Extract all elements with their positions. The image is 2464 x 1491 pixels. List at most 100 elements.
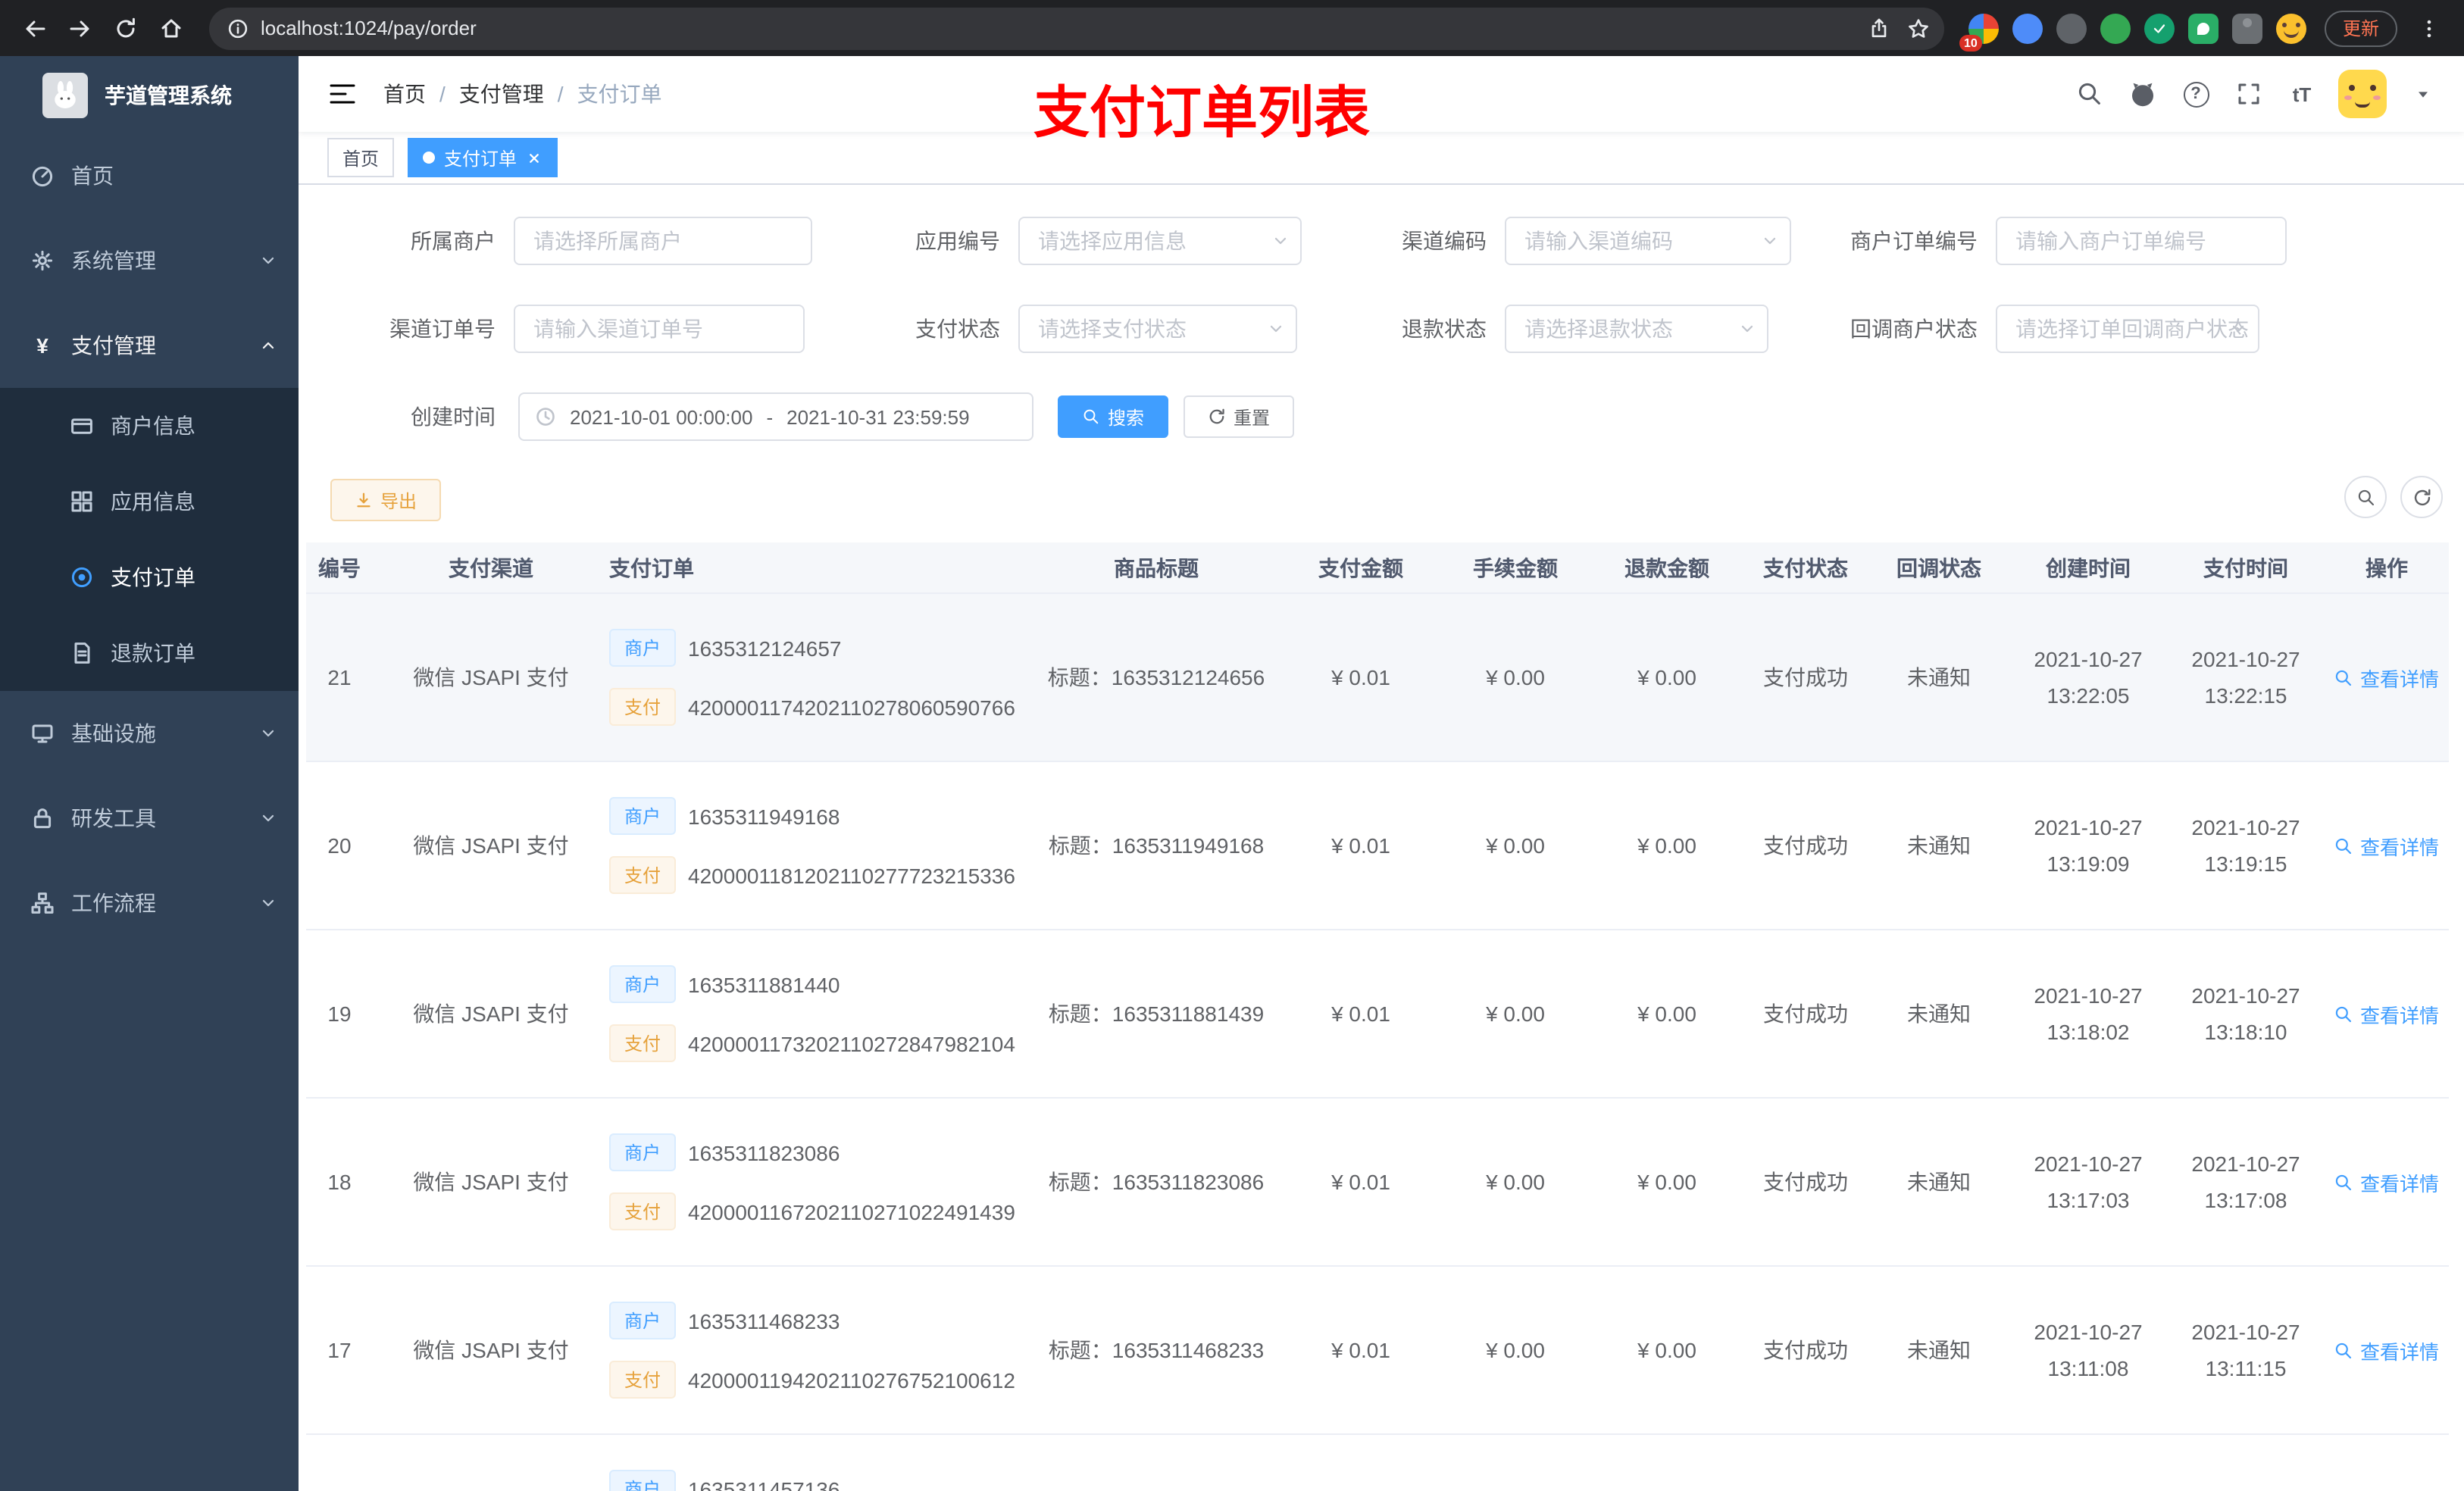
cell-status: 支付成功 <box>1763 833 1848 858</box>
browser-back-button[interactable] <box>12 5 58 51</box>
merchant-order-no: 1635311468233 <box>688 1308 840 1333</box>
view-detail-link[interactable]: 查看详情 <box>2334 831 2439 860</box>
channel-order-no-input[interactable]: 请输入渠道订单号 <box>514 305 805 353</box>
cell-pay-order: 商户 1635311881440 支付 4200001173202110272847… <box>609 930 1030 1097</box>
github-icon <box>2132 83 2153 107</box>
app-select[interactable]: 请选择应用信息 <box>1018 217 1302 265</box>
browser-menu-button[interactable] <box>2406 5 2452 51</box>
yen-icon: ¥ <box>36 333 48 358</box>
browser-reload-button[interactable] <box>103 5 149 51</box>
view-detail-link[interactable]: 查看详情 <box>2334 1336 2439 1364</box>
sidebar-item-merchant-info[interactable]: 商户信息 <box>0 388 299 464</box>
notify-status-select[interactable]: 请选择订单回调商户状态 <box>1996 305 2259 353</box>
breadcrumb-pay-mgmt[interactable]: 支付管理 <box>459 79 544 109</box>
export-button[interactable]: 导出 <box>330 479 441 521</box>
merchant-input[interactable]: 请选择所属商户 <box>514 217 812 265</box>
font-size-icon: tT <box>2292 83 2312 105</box>
github-button[interactable] <box>2126 77 2159 111</box>
merchant-order-no: 1635311881440 <box>688 972 840 996</box>
hamburger-button[interactable] <box>326 77 359 111</box>
fullscreen-button[interactable] <box>2232 77 2265 111</box>
share-button[interactable] <box>1859 8 1899 48</box>
ext-check-icon[interactable] <box>2143 13 2175 43</box>
sidebar-item-app-info[interactable]: 应用信息 <box>0 464 299 539</box>
view-detail-link[interactable]: 查看详情 <box>2334 1167 2439 1196</box>
tags-view: 首页 支付订单 <box>299 132 2464 185</box>
placeholder-text: 请选择所属商户 <box>533 229 682 253</box>
tab-home[interactable]: 首页 <box>327 138 395 177</box>
cell-id: 19 <box>327 1002 352 1026</box>
refresh-table-button[interactable] <box>2400 476 2443 518</box>
cell-notify: 未通知 <box>1907 1002 1971 1026</box>
filter-label-channel-order-no: 渠道订单号 <box>389 317 496 341</box>
col-title: 商品标题 <box>1114 555 1199 580</box>
cell-refund <box>1591 1435 1743 1491</box>
sidebar-item-pay-order[interactable]: 支付订单 <box>0 539 299 615</box>
cell-amount: ¥ 0.01 <box>1331 665 1390 689</box>
ext-dark-icon[interactable] <box>2056 13 2087 43</box>
address-bar[interactable]: localhost:1024/pay/order <box>209 7 1944 49</box>
sidebar-item-dev-tools[interactable]: 研发工具 <box>0 776 299 861</box>
dashboard-icon <box>30 164 55 188</box>
browser-update-button[interactable]: 更新 <box>2324 10 2397 46</box>
cell-actions: 查看详情 <box>2325 1099 2449 1265</box>
star-icon <box>1909 18 1928 37</box>
bank-card-icon <box>70 414 94 438</box>
cell-channel: 微信 JSAPI 支付 <box>413 665 569 689</box>
cell-title: 标题：1635311881439 <box>1048 1002 1265 1026</box>
url-text[interactable]: localhost:1024/pay/order <box>261 17 1859 39</box>
avatar-menu-button[interactable] <box>2406 77 2440 111</box>
merchant-order-no-input[interactable]: 请输入商户订单编号 <box>1996 217 2287 265</box>
create-time-range-picker[interactable]: 2021-10-01 00:00:00 - 2021-10-31 23:59:5… <box>518 392 1033 441</box>
date-end[interactable]: 2021-10-31 23:59:59 <box>786 405 969 428</box>
chevron-down-icon <box>259 894 277 912</box>
cell-create-time: 2021-10-27 13:17:03 <box>2034 1152 2143 1212</box>
browser-home-button[interactable] <box>149 5 194 51</box>
ext-chat-icon[interactable] <box>2187 13 2219 43</box>
breadcrumb-separator: / <box>439 82 446 106</box>
ext-blue-icon[interactable] <box>2012 13 2043 43</box>
cell-create-time: 2021-10-27 13:19:09 <box>2034 815 2143 876</box>
sidebar-logo[interactable]: 芋道管理系统 <box>0 56 299 133</box>
search-button[interactable] <box>2073 77 2106 111</box>
refund-status-select[interactable]: 请选择退款状态 <box>1505 305 1768 353</box>
close-icon[interactable] <box>526 149 543 166</box>
reset-button[interactable]: 重置 <box>1184 395 1294 438</box>
page-content: 所属商户 请选择所属商户 应用编号 请选择应用信息 渠道编码 请输入渠道编码 商… <box>299 185 2464 1491</box>
bookmark-button[interactable] <box>1899 8 1938 48</box>
sidebar-item-home[interactable]: 首页 <box>0 133 299 218</box>
sidebar-item-pay[interactable]: ¥ 支付管理 <box>0 303 299 388</box>
ext-emoji-icon[interactable] <box>2275 13 2306 43</box>
pay-status-select[interactable]: 请选择支付状态 <box>1018 305 1297 353</box>
tab-pay-order[interactable]: 支付订单 <box>408 138 558 177</box>
sidebar-item-infra[interactable]: 基础设施 <box>0 691 299 776</box>
search-icon <box>2336 1342 2353 1358</box>
breadcrumb-home[interactable]: 首页 <box>383 79 426 109</box>
search-submit-button[interactable]: 搜索 <box>1058 395 1168 438</box>
ext-colorful-icon[interactable]: 10 <box>1959 13 1999 51</box>
font-size-button[interactable]: tT <box>2285 77 2319 111</box>
extensions-puzzle-icon[interactable] <box>2231 13 2262 43</box>
channel-order-no: 4200001173202110272847982104 <box>688 1031 1015 1055</box>
chevron-up-icon <box>259 336 277 355</box>
sidebar-item-workflow[interactable]: 工作流程 <box>0 861 299 946</box>
sidebar-item-system[interactable]: 系统管理 <box>0 218 299 303</box>
toggle-search-button[interactable] <box>2344 476 2387 518</box>
help-button[interactable]: ? <box>2179 77 2212 111</box>
cell-status: 支付成功 <box>1763 1338 1848 1362</box>
sidebar-item-refund-order[interactable]: 退款订单 <box>0 615 299 691</box>
browser-forward-button[interactable] <box>58 5 103 51</box>
user-avatar[interactable] <box>2338 70 2387 118</box>
ext-green-icon[interactable] <box>2100 13 2131 43</box>
pay-tag: 支付 <box>609 1361 677 1399</box>
site-info-icon[interactable] <box>227 17 249 39</box>
date-start[interactable]: 2021-10-01 00:00:00 <box>570 405 752 428</box>
channel-code-select[interactable]: 请输入渠道编码 <box>1505 217 1791 265</box>
view-detail-link[interactable]: 查看详情 <box>2334 999 2439 1028</box>
view-detail-link[interactable]: 查看详情 <box>2334 663 2439 692</box>
search-icon <box>1083 409 1099 424</box>
sidebar-item-label: 支付管理 <box>71 333 156 358</box>
search-icon <box>2336 837 2353 854</box>
chevron-down-icon <box>259 252 277 270</box>
sidebar-item-label: 支付订单 <box>111 565 195 589</box>
